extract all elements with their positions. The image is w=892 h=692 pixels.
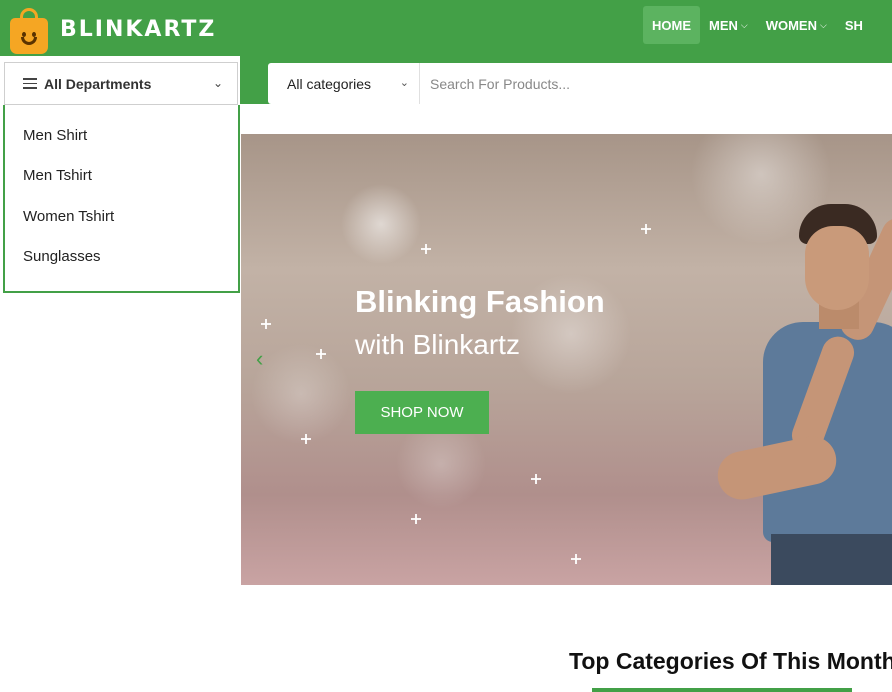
departments-menu: Men Shirt Men Tshirt Women Tshirt Sungla… (3, 105, 240, 293)
site-header: BLINKARTZ HOME MEN ⌵ WOMEN ⌵ SH (0, 0, 892, 56)
page: BLINKARTZ HOME MEN ⌵ WOMEN ⌵ SH All cate… (0, 0, 892, 692)
sparkle-decoration (531, 474, 541, 484)
nav-label: HOME (652, 17, 691, 33)
all-departments-toggle[interactable]: All Departments ⌄ (4, 62, 238, 105)
department-item-women-tshirt[interactable]: Women Tshirt (5, 196, 238, 237)
department-item-men-shirt[interactable]: Men Shirt (5, 115, 238, 156)
chevron-down-icon: ⌄ (212, 76, 223, 90)
section-title: Top Categories Of This Month (569, 648, 892, 674)
chevron-left-icon[interactable]: ‹ (256, 346, 263, 372)
chevron-down-icon: ⌵ (740, 19, 748, 30)
nav-item-men[interactable]: MEN ⌵ (700, 6, 757, 44)
sparkle-decoration (261, 319, 271, 329)
department-item-sunglasses[interactable]: Sunglasses (5, 237, 238, 278)
nav-item-shop[interactable]: SH (836, 6, 872, 44)
hero-title: Blinking Fashion (355, 284, 605, 319)
main-nav: HOME MEN ⌵ WOMEN ⌵ SH (643, 6, 872, 44)
logo[interactable]: BLINKARTZ (10, 2, 217, 54)
nav-label: SH (844, 17, 863, 33)
search-input[interactable] (420, 63, 892, 104)
hero-subtitle: with Blinkartz (355, 329, 520, 360)
sparkle-decoration (571, 554, 581, 564)
shop-now-button[interactable]: SHOP NOW (355, 391, 489, 434)
shopping-bag-smile-icon (10, 8, 48, 54)
section-underline (592, 688, 852, 692)
hero-model-image (711, 204, 892, 585)
hero-banner: ‹ Blinking Fashion with Blinkartz SHOP N… (241, 134, 892, 585)
sparkle-decoration (316, 349, 326, 359)
brand-name: BLINKARTZ (60, 16, 217, 42)
department-item-men-tshirt[interactable]: Men Tshirt (5, 156, 238, 197)
nav-label: MEN (709, 17, 738, 33)
chevron-down-icon: ⌵ (820, 19, 827, 30)
nav-label: WOMEN (765, 17, 817, 33)
departments-label: All Departments (44, 75, 152, 92)
sparkle-decoration (421, 244, 431, 254)
nav-item-women[interactable]: WOMEN ⌵ (757, 6, 836, 44)
nav-item-home[interactable]: HOME (643, 6, 700, 44)
category-select-value: All categories (287, 75, 372, 92)
menu-icon (23, 75, 37, 92)
category-select[interactable]: All categories ⌄ (268, 63, 420, 104)
sparkle-decoration (301, 434, 311, 444)
sparkle-decoration (641, 224, 651, 234)
chevron-down-icon: ⌄ (399, 77, 409, 89)
sparkle-decoration (411, 514, 421, 524)
search-bar: All categories ⌄ (268, 63, 892, 104)
